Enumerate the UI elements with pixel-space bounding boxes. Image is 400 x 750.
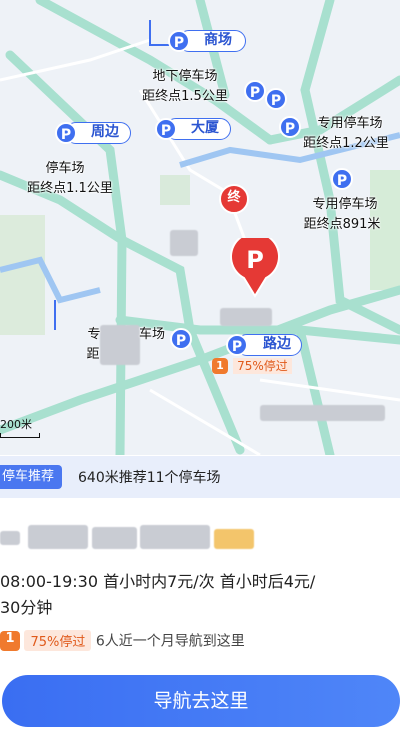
parking-pin-cluster-1[interactable]: P bbox=[244, 80, 266, 102]
blurred-label bbox=[220, 308, 272, 326]
blurred-text bbox=[28, 525, 88, 549]
blurred-text bbox=[92, 527, 137, 549]
dixia-distance: 距终点1.5公里 bbox=[142, 89, 228, 104]
blurred-area bbox=[170, 230, 198, 256]
zhoubian-distance: 距终点1.1公里 bbox=[27, 181, 113, 196]
price-line-1: 08:00-19:30 首小时内7元/次 首小时后4元/ bbox=[0, 572, 316, 591]
zhoubian-name: 停车场 bbox=[45, 161, 85, 176]
recommend-text: 640米推荐11个停车场 bbox=[78, 470, 221, 486]
map-scale: 200米 bbox=[0, 416, 40, 438]
price-line-2: 30分钟 bbox=[0, 598, 53, 617]
nav-count-text: 6人近一个月导航到这里 bbox=[95, 633, 245, 650]
parking-pin-partial[interactable]: P bbox=[170, 328, 192, 350]
parking-pin-cluster-2[interactable]: P bbox=[265, 88, 287, 110]
partial-distance: 距 bbox=[86, 347, 100, 362]
blurred-text bbox=[140, 525, 210, 549]
selected-parking-marker[interactable]: P bbox=[230, 231, 280, 298]
lubian-percent: 75%停过 bbox=[233, 358, 292, 374]
zhuanyong1-distance: 距终点1.2公里 bbox=[303, 136, 389, 151]
percent-tag: 75%停过 bbox=[24, 630, 92, 651]
blurred-text bbox=[0, 531, 20, 545]
parking-title-blurred bbox=[0, 523, 262, 553]
stats-row: 1 75%停过 6人近一个月导航到这里 bbox=[0, 630, 245, 651]
blurred-label bbox=[100, 325, 140, 365]
recommend-badge: 停车推荐 bbox=[0, 465, 63, 489]
rank-badge: 1 bbox=[212, 357, 228, 374]
destination-marker[interactable]: 终 bbox=[219, 184, 249, 214]
parking-icon: P bbox=[168, 30, 190, 52]
map-view[interactable]: 商场 P 地下停车场 距终点1.5公里 P P P 专用停车场 距终点1.2公里… bbox=[0, 0, 400, 455]
parking-pin-zhuanyong2[interactable]: P bbox=[331, 168, 353, 190]
selected-marker-label: P bbox=[246, 246, 264, 274]
blurred-tag bbox=[214, 529, 254, 549]
scale-bar bbox=[0, 433, 40, 438]
parking-icon: P bbox=[155, 118, 177, 140]
lubian-stat: 1 75%停过 bbox=[212, 355, 292, 374]
zhuanyong1-name: 专用停车场 bbox=[317, 116, 383, 131]
partial-name-head: 专 bbox=[87, 327, 101, 342]
dixia-name: 地下停车场 bbox=[152, 69, 218, 84]
partial-name-tail: 车场 bbox=[138, 327, 165, 342]
blurred-label bbox=[260, 405, 385, 421]
parking-icon: P bbox=[55, 122, 77, 144]
scale-text: 200米 bbox=[0, 418, 32, 431]
rank-badge: 1 bbox=[0, 630, 20, 651]
zhuanyong2-distance: 距终点891米 bbox=[303, 217, 381, 232]
parking-icon: P bbox=[226, 334, 248, 356]
navigate-button[interactable]: 导航去这里 bbox=[2, 675, 400, 727]
zhuanyong2-name: 专用停车场 bbox=[312, 197, 378, 212]
